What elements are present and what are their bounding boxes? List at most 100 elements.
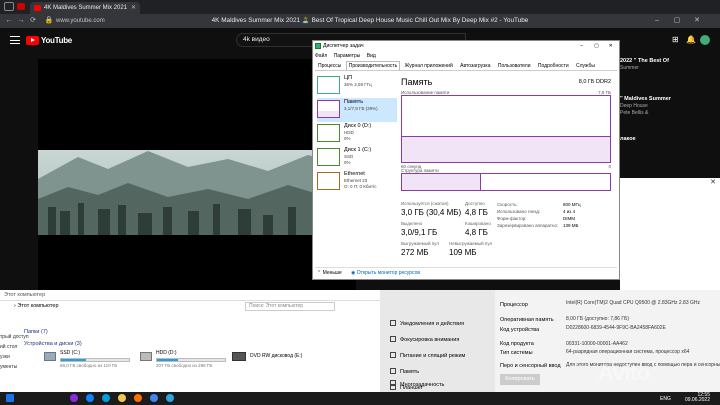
row-value: 00331-10000-00001-AA462 <box>566 341 628 347</box>
maximize-icon[interactable]: ▢ <box>594 41 599 51</box>
stat-value: 4,8 ГБ <box>465 228 488 237</box>
tab-title: 4K Maldives Summer Mix 2021 <box>44 5 128 11</box>
stat-value: 4,8 ГБ <box>465 208 488 217</box>
avatar[interactable] <box>700 35 710 45</box>
nav-item[interactable]: ументы <box>0 364 17 370</box>
back-icon[interactable]: ← <box>4 16 14 26</box>
explorer-search-input[interactable]: Поиск: Этот компьютер <box>245 302 335 311</box>
video-frame <box>38 150 356 235</box>
perf-ethernet[interactable]: Ethernet Ethernet 23 О: 0 П: 0 Кбит/с <box>317 170 397 194</box>
fewer-details-button[interactable]: ⌃ Меньше <box>317 270 342 276</box>
prop-value: 4 из 4 <box>563 209 576 214</box>
prop-value: DIMM <box>563 216 575 221</box>
menu-bar: Файл Параметры Вид <box>315 53 381 59</box>
perf-cpu[interactable]: ЦП 36% 2,59 ГГц <box>317 74 397 98</box>
perf-memory[interactable]: Память 3,1/7,9 ГБ (39%) <box>317 98 397 122</box>
close-icon[interactable]: ✕ <box>609 41 613 51</box>
list-item[interactable]: лакое <box>620 136 636 143</box>
settings-nav: Уведомления и действия Фокусировка внима… <box>380 290 495 392</box>
explorer-title: Этот компьютер <box>4 292 46 298</box>
chrome-icon[interactable] <box>150 394 158 402</box>
nav-multitasking[interactable]: Многозадачность <box>390 380 444 388</box>
nav-power[interactable]: Питание и спящий режим <box>390 352 465 359</box>
nav-focus[interactable]: Фокусировка внимания <box>390 336 459 343</box>
power-icon <box>390 352 396 358</box>
stat-value: 3,0 ГБ (30,4 МБ) <box>401 208 462 217</box>
create-icon[interactable]: ⊞ <box>672 35 679 44</box>
stat-value: 272 МБ <box>401 248 429 257</box>
maximize-icon[interactable]: ▢ <box>672 16 682 26</box>
nav-item[interactable]: ий стол <box>0 344 17 350</box>
stat-label: Выгружаемый пул <box>401 241 439 246</box>
minimize-icon[interactable]: – <box>652 16 662 26</box>
copy-button[interactable]: Копировать <box>500 374 540 385</box>
video-player[interactable] <box>38 59 356 291</box>
cpu-thumb <box>317 76 340 94</box>
moon-icon <box>390 336 396 342</box>
task-manager-window: Диспетчер задач – ▢ ✕ Файл Параметры Вид… <box>312 40 620 280</box>
app-icon[interactable] <box>102 394 110 402</box>
app-icon[interactable] <box>166 394 174 402</box>
reload-icon[interactable]: ⟳ <box>28 16 38 26</box>
drive-e[interactable]: DVD RW дисковод (E:) <box>232 350 342 368</box>
youtube-icon <box>34 5 41 11</box>
row-key: Процессор <box>500 302 528 308</box>
youtube-tab-icon <box>17 3 25 10</box>
stat-value: 109 МБ <box>449 248 477 257</box>
drive-c[interactable]: SSD (C:) 69,0 ГБ свободно из 110 ГБ <box>44 350 144 368</box>
menu-file[interactable]: Файл <box>315 53 327 59</box>
perf-disk1[interactable]: Диск 1 (C:) SSD 0% <box>317 146 397 170</box>
youtube-logo[interactable]: YouTube <box>26 36 76 46</box>
memory-composition <box>401 173 611 191</box>
url-field[interactable]: www.youtube.com <box>56 16 146 26</box>
nav-notifications[interactable]: Уведомления и действия <box>390 320 464 327</box>
bell-icon[interactable]: 🔔 <box>686 35 696 44</box>
menu-icon[interactable] <box>10 36 20 44</box>
disk1-thumb <box>317 148 340 166</box>
prop-key: Форм-фактор: <box>497 216 527 221</box>
watermark: Avito <box>598 360 650 385</box>
lock-icon: 🔒 <box>44 17 54 24</box>
close-icon[interactable]: ✕ <box>710 178 716 186</box>
breadcrumb[interactable]: › Этот компьютер <box>14 303 59 309</box>
open-resource-monitor-link[interactable]: ◉ Открыть монитор ресурсов <box>351 270 420 276</box>
youtube-play-icon <box>26 36 39 45</box>
page-title: Память <box>401 77 433 87</box>
perf-disk0[interactable]: Диск 0 (D:) HDD 0% <box>317 122 397 146</box>
nav-item[interactable]: трый доступ <box>0 334 29 340</box>
list-item[interactable]: ″ Maldives Summer Deep House <box>620 96 671 109</box>
language-indicator[interactable]: ENG <box>660 396 671 402</box>
stat-value: 3,0/9,1 ГБ <box>401 228 438 237</box>
app-icon[interactable] <box>70 394 78 402</box>
row-key: Оперативная память <box>500 317 554 323</box>
header-icons: ⊞ 🔔 <box>672 33 712 47</box>
prop-value: 139 МБ <box>563 223 579 228</box>
menu-options[interactable]: Параметры <box>334 53 361 59</box>
app-icon[interactable] <box>86 394 94 402</box>
row-key: Тип системы <box>500 350 533 356</box>
window-icon[interactable] <box>4 2 14 11</box>
list-item[interactable]: Pete Bellis & <box>620 110 648 116</box>
close-tab-icon[interactable]: ✕ <box>131 2 136 14</box>
row-value: 64-разрядная операционная система, проце… <box>566 349 690 355</box>
drive-icon <box>140 352 152 361</box>
nav-storage[interactable]: Память <box>390 368 419 375</box>
browser-tab[interactable]: 4K Maldives Summer Mix 2021 ✕ <box>30 2 140 14</box>
task-manager-titlebar: Диспетчер задач – ▢ ✕ <box>313 41 619 51</box>
start-icon[interactable] <box>6 394 14 402</box>
devices-group[interactable]: Устройства и диски (3) <box>24 341 82 347</box>
close-window-icon[interactable]: ✕ <box>692 16 702 26</box>
row-key: Код устройства <box>500 327 540 333</box>
folder-icon[interactable] <box>118 394 126 402</box>
clock[interactable]: 12:55 09.06.2022 <box>685 393 710 403</box>
drive-d[interactable]: HDD (D:) 207 ГБ свободно из 298 ГБ <box>140 350 240 368</box>
forward-icon[interactable]: → <box>16 16 26 26</box>
stat-label: Используется (сжатая) <box>401 201 449 206</box>
settings-window-edge: ✕ <box>620 178 720 290</box>
menu-view[interactable]: Вид <box>367 53 376 59</box>
list-item[interactable]: 2022 ” The Best Of Summer <box>620 58 669 71</box>
nav-item[interactable]: узки <box>0 354 10 360</box>
stat-label: Выделено <box>401 221 423 226</box>
app-icon[interactable] <box>134 394 142 402</box>
minimize-icon[interactable]: – <box>580 41 583 51</box>
